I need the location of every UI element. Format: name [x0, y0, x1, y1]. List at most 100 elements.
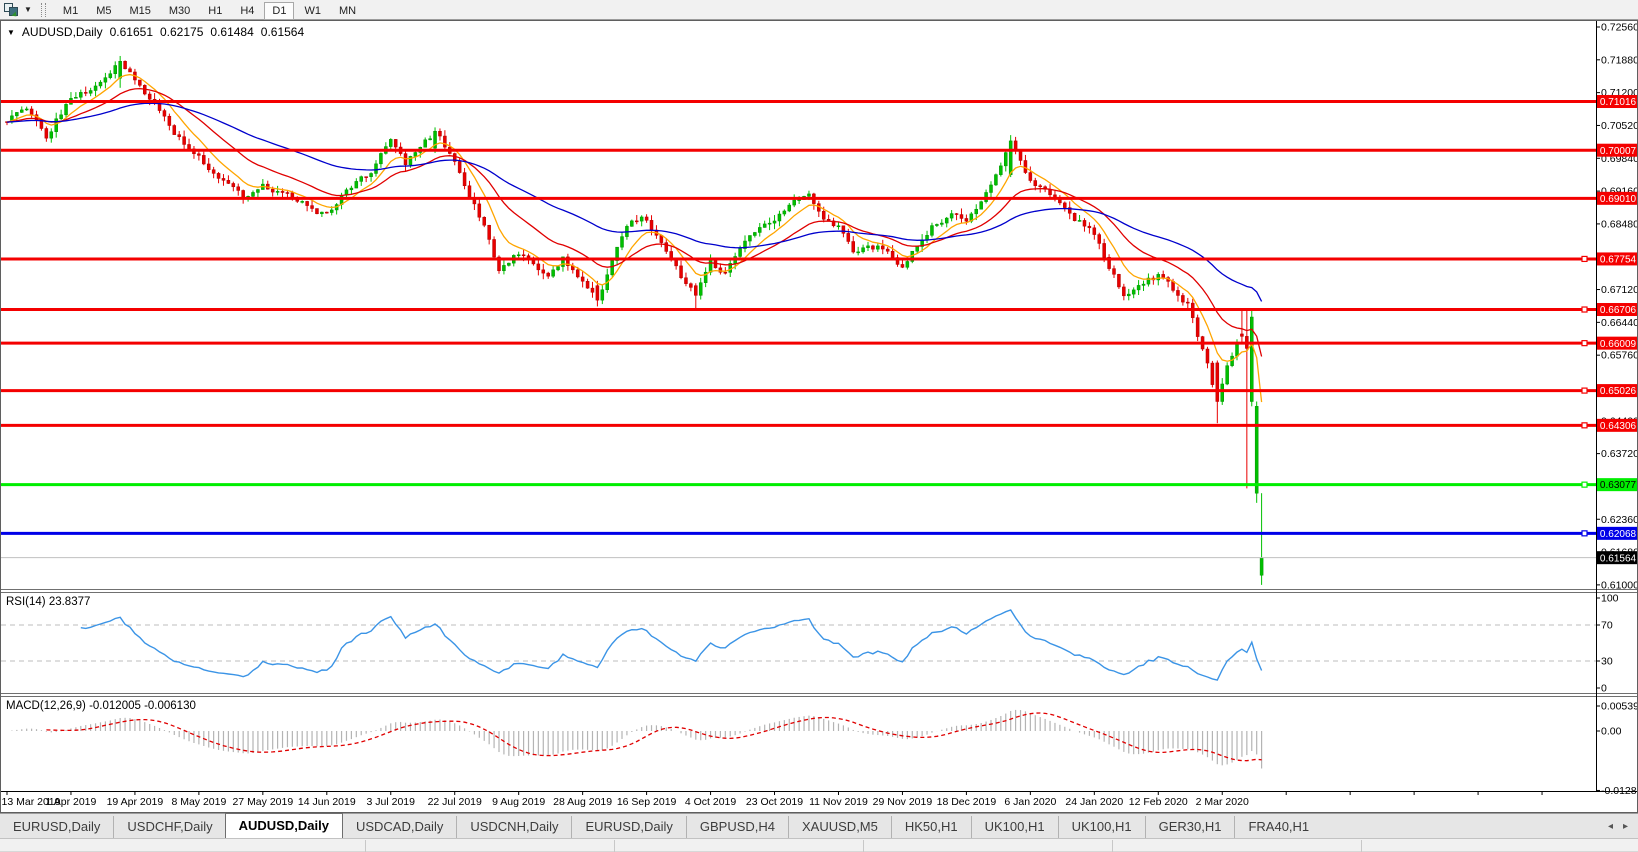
price-tick-label: 0.70520	[1601, 120, 1637, 132]
tab-scroll-left-icon[interactable]: ◂	[1608, 821, 1613, 832]
timeframe-button-m5[interactable]: M5	[88, 2, 119, 20]
level-line-handle[interactable]	[1582, 482, 1587, 487]
ohlc-low: 0.61484	[210, 25, 253, 39]
candle-body	[507, 263, 510, 265]
timeframe-button-h1[interactable]: H1	[200, 2, 230, 20]
candle-body	[739, 249, 742, 257]
candle-body	[940, 223, 943, 224]
candle-body	[222, 178, 225, 180]
candle-body	[699, 283, 702, 296]
candle-body	[330, 210, 333, 213]
candle-body	[837, 226, 840, 227]
candle-body	[202, 155, 205, 164]
price-level-chip[interactable]: 0.66009	[1597, 337, 1637, 350]
level-line-handle[interactable]	[1582, 307, 1587, 312]
collapse-triangle-icon[interactable]: ▼	[7, 28, 15, 37]
chart-tab-audusd-daily[interactable]: AUDUSD,Daily	[225, 813, 343, 838]
rsi-indicator-label: RSI(14) 23.8377	[6, 596, 90, 608]
chart-tab-xauusd-m5[interactable]: XAUUSD,M5	[788, 816, 891, 838]
price-level-chip[interactable]: 0.66706	[1597, 303, 1637, 316]
chevron-down-icon[interactable]: ▼	[24, 5, 32, 14]
candle-body	[291, 193, 294, 198]
candle-body	[906, 261, 909, 267]
candle-body	[857, 252, 860, 253]
price-level-chip[interactable]: 0.62068	[1597, 527, 1637, 540]
candle-body	[1117, 274, 1120, 287]
price-level-chip-text: 0.62068	[1600, 529, 1637, 540]
timeframe-button-m15[interactable]: M15	[121, 2, 158, 20]
candle-body	[1103, 243, 1106, 257]
chart-tab-usdchf-daily[interactable]: USDCHF,Daily	[113, 816, 225, 838]
level-line-handle[interactable]	[1582, 531, 1587, 536]
candle-body	[355, 181, 358, 188]
price-tick-label: 0.66440	[1601, 317, 1637, 329]
candle-body	[79, 92, 82, 97]
level-line-handle[interactable]	[1582, 341, 1587, 346]
timeframe-button-h4[interactable]: H4	[232, 2, 262, 20]
level-line-handle[interactable]	[1582, 388, 1587, 393]
price-level-chip[interactable]: 0.67754	[1597, 252, 1637, 265]
candle-body	[365, 177, 368, 178]
last-price-chip[interactable]: 0.61564	[1597, 551, 1637, 564]
candle-body	[458, 161, 461, 172]
date-label: 2 Mar 2020	[1196, 796, 1249, 808]
candle-body	[724, 272, 727, 273]
date-label: 29 Nov 2019	[873, 796, 933, 808]
level-line-handle[interactable]	[1582, 256, 1587, 261]
price-level-chip[interactable]: 0.69010	[1597, 192, 1637, 205]
chart-tab-eurusd-daily[interactable]: EURUSD,Daily	[571, 816, 685, 838]
date-label: 4 Oct 2019	[685, 796, 737, 808]
date-label: 22 Jul 2019	[428, 796, 482, 808]
timeframe-button-m30[interactable]: M30	[161, 2, 198, 20]
chart-tab-eurusd-daily[interactable]: EURUSD,Daily	[0, 816, 113, 838]
date-label: 28 Aug 2019	[553, 796, 612, 808]
ohlc-high: 0.62175	[160, 25, 203, 39]
status-separator	[863, 840, 864, 852]
candle-body	[1039, 186, 1042, 187]
price-level-chip[interactable]: 0.70007	[1597, 144, 1637, 157]
chart-tab-ger30-h1[interactable]: GER30,H1	[1145, 816, 1235, 838]
level-line-handle[interactable]	[1582, 423, 1587, 428]
macd-tick-label: -0.01283	[1601, 785, 1637, 797]
price-level-chip-text: 0.69010	[1600, 194, 1637, 205]
candle-body	[517, 255, 520, 256]
price-level-chip[interactable]: 0.65026	[1597, 384, 1637, 397]
candle-body	[217, 173, 220, 178]
candle-body	[124, 61, 127, 69]
date-label: 19 Apr 2019	[107, 796, 164, 808]
timeframe-button-m1[interactable]: M1	[55, 2, 86, 20]
tab-scroll-right-icon[interactable]: ▸	[1623, 821, 1628, 832]
chart-tab-uk100-h1[interactable]: UK100,H1	[1058, 816, 1145, 838]
price-level-chip[interactable]: 0.64306	[1597, 419, 1637, 432]
candle-body	[581, 277, 584, 281]
chart-tab-fra40-h1[interactable]: FRA40,H1	[1234, 816, 1322, 838]
timeframe-button-mn[interactable]: MN	[331, 2, 364, 20]
candle-body	[1255, 406, 1258, 493]
candle-body	[532, 260, 535, 264]
candle-body	[847, 233, 850, 241]
candle-body	[276, 191, 279, 192]
candle-body	[650, 220, 653, 230]
price-level-chip[interactable]: 0.63077	[1597, 478, 1637, 491]
arrange-charts-icon[interactable]	[4, 3, 20, 17]
price-level-chip[interactable]: 0.71016	[1597, 95, 1637, 108]
chart-tab-hk50-h1[interactable]: HK50,H1	[891, 816, 971, 838]
candle-body	[635, 221, 638, 222]
timeframe-button-w1[interactable]: W1	[296, 2, 329, 20]
chart-tab-uk100-h1[interactable]: UK100,H1	[971, 816, 1058, 838]
candle-body	[360, 177, 363, 182]
rsi-tick-label: 0	[1601, 683, 1607, 695]
price-chart-canvas[interactable]: 0.725600.718800.712000.705200.698400.691…	[1, 21, 1637, 812]
candle-body	[375, 164, 378, 174]
candle-body	[930, 226, 933, 236]
candle-body	[1240, 334, 1243, 336]
candle-body	[168, 116, 171, 125]
chart-tab-usdcnh-daily[interactable]: USDCNH,Daily	[456, 816, 571, 838]
candle-body	[1216, 363, 1219, 402]
timeframe-button-d1[interactable]: D1	[264, 2, 294, 20]
chart-tab-gbpusd-h4[interactable]: GBPUSD,H4	[686, 816, 788, 838]
candle-body	[414, 152, 417, 156]
candle-body	[325, 212, 328, 213]
chart-tab-usdcad-daily[interactable]: USDCAD,Daily	[343, 816, 456, 838]
candle-body	[242, 190, 245, 197]
